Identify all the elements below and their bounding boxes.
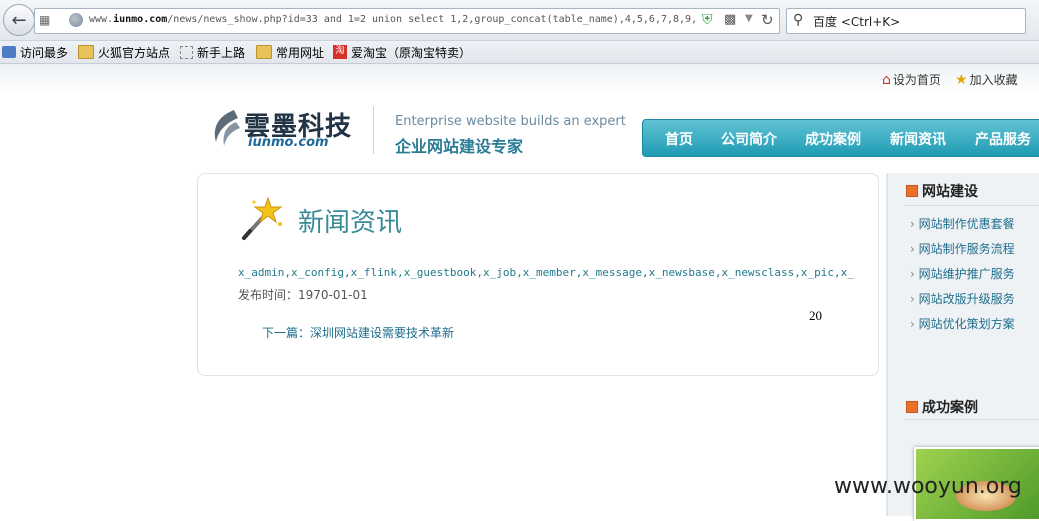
set-homepage-link[interactable]: ⌂ 设为首页	[882, 71, 941, 88]
bookmark-label: 火狐官方站点	[98, 45, 171, 60]
bookmark-most-visited[interactable]: 访问最多	[2, 43, 68, 61]
magic-wand-icon	[242, 196, 283, 240]
page-icon	[180, 45, 193, 59]
add-favorite-link[interactable]: ★ 加入收藏	[955, 71, 1018, 88]
main-nav: 首页 公司简介 成功案例 新闻资讯 产品服务	[642, 119, 1039, 157]
divider	[904, 419, 1039, 420]
top-utility-bar: ⌂ 设为首页 ★ 加入收藏	[0, 64, 1039, 94]
watermark: www.wooyun.org	[834, 474, 1022, 499]
publish-time-label: 发布时间：	[238, 288, 299, 302]
sidebar-section-website-building: 网站建设	[906, 181, 978, 201]
news-body-number: 20	[809, 308, 822, 323]
chevron-down-icon[interactable]: ▼	[745, 13, 753, 24]
bookmark-label: 爱淘宝（原淘宝特卖）	[351, 45, 472, 60]
browser-toolbar: ← ▦ www.iunmo.com/news/news_show.php?id=…	[0, 0, 1039, 41]
search-icon[interactable]: ⚲	[793, 12, 803, 28]
star-icon: ★	[955, 71, 968, 88]
sidebar-section-title: 成功案例	[922, 400, 978, 416]
news-title-text: x_admin,x_config,x_flink,x_guestbook,x_j…	[238, 266, 854, 279]
set-homepage-label: 设为首页	[892, 73, 941, 87]
qr-code-icon[interactable]: ▩	[724, 13, 738, 27]
reload-icon[interactable]: ↻	[761, 11, 774, 29]
sidebar-link[interactable]: 网站制作服务流程	[910, 240, 1015, 257]
house-icon: ⌂	[882, 71, 891, 88]
tagline-en: Enterprise website builds an expert	[395, 114, 626, 129]
divider	[904, 205, 1039, 206]
site-identity-icon[interactable]	[69, 13, 83, 27]
tab-groups-icon[interactable]: ▦	[39, 13, 53, 27]
sidebar-link[interactable]: 网站优化策划方案	[910, 315, 1015, 332]
bullet-square-icon	[906, 401, 918, 413]
sidebar-link[interactable]: 网站改版升级服务	[910, 290, 1015, 307]
bookmark-label: 访问最多	[20, 45, 69, 60]
sidebar-section-cases: 成功案例	[906, 397, 978, 417]
search-input[interactable]: ⚲ 百度 <Ctrl+K>	[786, 8, 1026, 34]
url-bar[interactable]: ▦ www.iunmo.com/news/news_show.php?id=33…	[34, 8, 780, 34]
bookmark-firefox-official[interactable]: 火狐官方站点	[78, 43, 170, 61]
url-text[interactable]: www.iunmo.com/news/news_show.php?id=33 a…	[89, 14, 699, 25]
page-title: 新闻资讯	[298, 208, 403, 238]
sidebar-link[interactable]: 网站维护推广服务	[910, 265, 1015, 282]
most-visited-icon	[2, 46, 16, 58]
publish-date: 1970-01-01	[298, 288, 368, 302]
next-article-link[interactable]: 下一篇：深圳网站建设需要技术革新	[262, 324, 454, 341]
bookmark-label: 常用网址	[276, 45, 325, 60]
folder-icon	[256, 45, 272, 59]
search-placeholder: 百度 <Ctrl+K>	[813, 15, 901, 29]
sidebar-link[interactable]: 网站制作优惠套餐	[910, 215, 1015, 232]
next-label: 下一篇：	[262, 326, 311, 340]
nav-about[interactable]: 公司简介	[721, 129, 777, 149]
logo-swoosh-icon	[214, 110, 240, 146]
news-content-panel: 新闻资讯 x_admin,x_config,x_flink,x_guestboo…	[197, 173, 879, 376]
taobao-icon: 淘	[333, 45, 347, 59]
bookmark-label: 新手上路	[197, 45, 246, 60]
bookmark-common-sites[interactable]: 常用网址	[256, 43, 324, 61]
publish-time: 发布时间：1970-01-01	[238, 286, 368, 303]
tagline-cn: 企业网站建设专家	[395, 137, 524, 156]
next-title[interactable]: 深圳网站建设需要技术革新	[310, 326, 454, 340]
nav-products[interactable]: 产品服务	[975, 129, 1031, 149]
back-arrow-icon[interactable]: ←	[3, 4, 35, 36]
add-favorite-label: 加入收藏	[969, 73, 1018, 87]
sidebar: 网站建设 网站制作优惠套餐 网站制作服务流程 网站维护推广服务 网站改版升级服务…	[886, 173, 1039, 521]
bookmarks-bar: 访问最多 火狐官方站点 新手上路 常用网址 淘 爱淘宝（原淘宝特卖）	[0, 41, 1039, 64]
bullet-square-icon	[906, 185, 918, 197]
bookmark-ai-taobao[interactable]: 淘 爱淘宝（原淘宝特卖）	[333, 43, 471, 61]
folder-icon	[78, 45, 94, 59]
header-divider	[373, 106, 374, 154]
nav-home[interactable]: 首页	[665, 129, 693, 149]
nav-news[interactable]: 新闻资讯	[890, 129, 946, 149]
web-page: ⌂ 设为首页 ★ 加入收藏 雲墨科技 iunmo.com Enterprise …	[0, 64, 1039, 521]
sidebar-section-title: 网站建设	[922, 184, 978, 200]
nav-cases[interactable]: 成功案例	[805, 129, 861, 149]
logo-text-en[interactable]: iunmo.com	[248, 135, 329, 150]
bookmark-getting-started[interactable]: 新手上路	[180, 43, 245, 61]
shield-icon[interactable]: ⛨	[702, 12, 716, 28]
